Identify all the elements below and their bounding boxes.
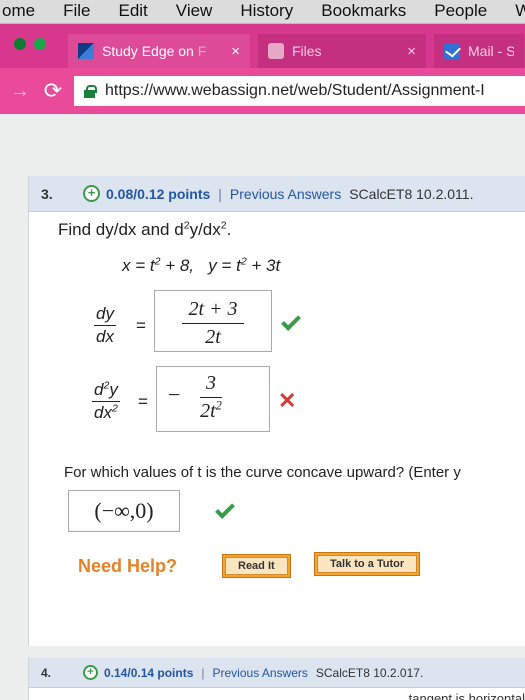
first-deriv-denominator: 2t — [205, 326, 221, 348]
second-deriv-den-base: 2t — [200, 400, 216, 422]
prompt-text-a: Find dy/dx and d — [58, 220, 184, 239]
first-derivative-answer: 2t + 3 2t — [168, 298, 258, 349]
question-points: 0.08/0.12 points — [106, 185, 211, 202]
tab-mail-title: Mail - Sta — [468, 43, 514, 59]
tab-study-edge-title: Study Edge on — [102, 43, 194, 59]
read-it-button[interactable]: Read It — [222, 554, 291, 578]
menu-item-history[interactable]: History — [226, 2, 307, 23]
dx2-dx: dx — [94, 403, 112, 422]
secure-lock-icon — [84, 84, 97, 98]
os-menu-bar: ome File Edit View History Bookmarks Peo… — [0, 0, 525, 24]
dy-dx-label: dy dx — [94, 304, 116, 347]
second-derivative-answer: 3 2t2 — [184, 372, 238, 423]
dy-dx-num: dy — [94, 304, 116, 326]
question-number: 4. — [41, 665, 52, 680]
d2y-dx2-label: d2y dx2 — [92, 380, 120, 423]
expand-plus-icon[interactable]: + — [83, 665, 98, 680]
prompt-text-b: y/dx — [189, 220, 221, 239]
prompt-text-c: . — [226, 220, 232, 239]
question-4-card: 4. + 0.14/0.14 points | Previous Answers… — [28, 658, 525, 700]
window-close-button[interactable] — [14, 38, 26, 50]
concavity-answer: (−∞,0) — [94, 498, 154, 523]
previous-answers-link[interactable]: Previous Answers — [230, 186, 341, 202]
menu-item-people[interactable]: People — [420, 2, 501, 23]
second-deriv-numerator: 3 — [200, 372, 222, 398]
mail-favicon-icon — [444, 43, 460, 59]
tab-study-edge-title-fade: F — [197, 43, 207, 59]
question-4-prompt-fragment: tangent is horizontal — [408, 691, 525, 700]
menu-item-home[interactable]: ome — [0, 2, 49, 23]
dy-dx-den: dx — [96, 327, 114, 346]
need-help-label: Need Help? — [78, 556, 178, 576]
first-deriv-numerator: 2t + 3 — [182, 298, 244, 324]
second-deriv-den-sup: 2 — [215, 398, 222, 413]
url-text: https://www.webassign.net/web/Student/As… — [105, 82, 485, 99]
read-it-label: Read It — [225, 557, 288, 575]
forward-arrow-icon[interactable]: → — [10, 80, 36, 103]
equals-sign: = — [136, 316, 146, 335]
address-bar: → ⟳ https://www.webassign.net/web/Studen… — [0, 68, 525, 114]
assignment-page: 3. + 0.08/0.12 points | Previous Answers… — [0, 114, 525, 700]
talk-to-tutor-label: Talk to a Tutor — [317, 555, 418, 573]
question-prompt: Find dy/dx and d2y/dx2. — [58, 220, 231, 240]
tab-files[interactable]: Files × — [258, 34, 426, 68]
menu-item-view[interactable]: View — [162, 2, 227, 23]
url-field[interactable]: https://www.webassign.net/web/Student/As… — [74, 76, 525, 106]
window-controls — [14, 38, 46, 50]
question-3-header: 3. + 0.08/0.12 points | Previous Answers… — [29, 176, 525, 212]
question-4-header: 4. + 0.14/0.14 points | Previous Answers… — [29, 658, 525, 688]
d2y-y: y — [109, 380, 118, 399]
menu-item-window[interactable]: Windo — [501, 2, 525, 23]
study-edge-favicon-icon — [78, 43, 94, 59]
concavity-question: For which values of t is the curve conca… — [64, 464, 461, 481]
tab-files-title: Files — [292, 43, 322, 59]
tab-study-edge[interactable]: Study Edge on F × — [68, 34, 250, 68]
equals-sign: = — [138, 392, 148, 411]
previous-answers-link[interactable]: Previous Answers — [213, 666, 308, 680]
window-minimize-button[interactable] — [34, 38, 46, 50]
menu-item-file[interactable]: File — [49, 2, 104, 23]
given-y: y = t — [208, 256, 241, 275]
menu-item-bookmarks[interactable]: Bookmarks — [307, 2, 420, 23]
question-reference: SCalcET8 10.2.017. — [315, 665, 424, 680]
concavity-answer-box[interactable]: (−∞,0) — [68, 490, 180, 532]
reload-icon[interactable]: ⟳ — [36, 78, 70, 104]
talk-to-tutor-button[interactable]: Talk to a Tutor — [314, 552, 421, 576]
tab-close-icon[interactable]: × — [407, 43, 416, 60]
incorrect-x-icon: ✕ — [278, 388, 297, 413]
header-separator: | — [218, 185, 222, 202]
menu-item-edit[interactable]: Edit — [104, 2, 161, 23]
dx2-sup: 2 — [111, 402, 118, 415]
parametric-equations: x = t2 + 8, y = t2 + 3t — [122, 256, 280, 276]
given-x: x = t — [122, 256, 155, 275]
tab-close-icon[interactable]: × — [231, 43, 240, 60]
question-number: 3. — [41, 185, 53, 202]
expand-plus-icon[interactable]: + — [83, 185, 100, 202]
given-y-rest: + 3t — [246, 256, 281, 275]
negative-sign: − — [168, 382, 181, 407]
browser-tab-strip: Study Edge on F × Files × Mail - Sta — [0, 24, 525, 68]
given-x-rest: + 8, — [160, 256, 195, 275]
question-points: 0.14/0.14 points — [104, 665, 194, 680]
files-favicon-icon — [268, 43, 284, 59]
question-reference: SCalcET8 10.2.011. — [349, 185, 474, 202]
tab-mail[interactable]: Mail - Sta — [434, 34, 524, 68]
header-separator: | — [201, 665, 205, 680]
